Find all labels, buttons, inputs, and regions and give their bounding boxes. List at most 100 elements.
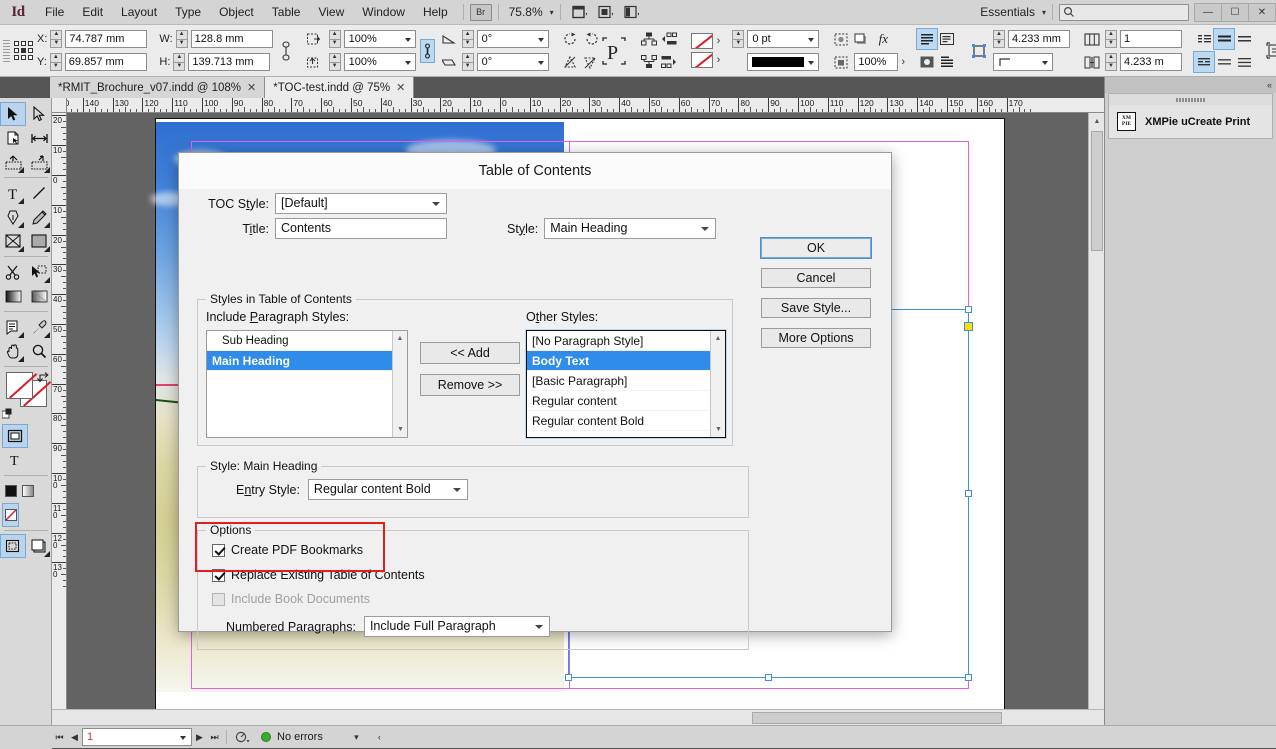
- gradient-swatch-tool-icon[interactable]: [0, 284, 26, 308]
- scissors-tool-icon[interactable]: [0, 260, 26, 284]
- constrain-scale-icon[interactable]: [420, 39, 435, 63]
- scale-x-input[interactable]: 100%: [344, 30, 416, 48]
- maximize-button[interactable]: ☐: [1221, 3, 1249, 22]
- shear-stepper[interactable]: ▲▼: [462, 53, 474, 71]
- pencil-tool-icon[interactable]: [26, 205, 52, 229]
- y-input[interactable]: 69.857 mm: [65, 53, 147, 71]
- next-page-button[interactable]: ▶: [192, 728, 207, 746]
- page-tool-icon[interactable]: [0, 126, 26, 150]
- create-pdf-bookmarks-row[interactable]: Create PDF Bookmarks: [212, 543, 363, 557]
- content-grabber-handle[interactable]: [964, 322, 973, 331]
- rotate-90-cw-icon[interactable]: [561, 29, 581, 49]
- selection-handle-top-right[interactable]: [965, 306, 972, 313]
- list-item[interactable]: Body Text: [527, 351, 725, 371]
- selection-tool-icon[interactable]: [0, 102, 26, 126]
- columns-stepper[interactable]: ▲▼: [1105, 30, 1117, 48]
- isolate-blending-icon[interactable]: [831, 29, 851, 49]
- rotate-90-ccw-icon[interactable]: [581, 29, 601, 49]
- menu-type[interactable]: Type: [166, 0, 210, 25]
- distribute-vertical-icon[interactable]: [1234, 52, 1254, 72]
- tool-flyout-indicator[interactable]: [18, 198, 24, 204]
- list-item[interactable]: [No Paragraph Style]: [527, 331, 725, 351]
- vertical-scrollbar[interactable]: ▲ ▼: [1088, 113, 1104, 725]
- inset-stepper[interactable]: ▲▼: [993, 30, 1005, 48]
- effects-fx-icon[interactable]: fx: [871, 29, 895, 49]
- y-stepper[interactable]: ▲▼: [50, 53, 62, 71]
- constrain-proportions-wh-icon[interactable]: [279, 41, 293, 61]
- chevron-down-icon[interactable]: ▾: [550, 8, 554, 17]
- knockout-group-icon[interactable]: [831, 52, 851, 72]
- gap-tool-icon[interactable]: [26, 126, 52, 150]
- selection-handle-middle-right[interactable]: [965, 490, 972, 497]
- close-icon[interactable]: ✕: [396, 81, 405, 94]
- menu-window[interactable]: Window: [353, 0, 414, 25]
- cancel-button[interactable]: Cancel: [761, 268, 871, 288]
- pen-tool-icon[interactable]: [0, 205, 26, 229]
- include-paragraph-styles-list[interactable]: Sub Heading Main Heading ▲ ▼: [206, 330, 408, 438]
- numbered-paragraphs-select[interactable]: Include Full Paragraph: [364, 616, 550, 637]
- list-item[interactable]: Regular content Bold: [527, 411, 725, 431]
- menu-help[interactable]: Help: [414, 0, 457, 25]
- selection-handle-bottom-left[interactable]: [565, 674, 572, 681]
- list-item[interactable]: Main Heading: [207, 351, 407, 371]
- apply-color-icon[interactable]: [2, 479, 19, 503]
- align-left-icon[interactable]: [1214, 29, 1234, 49]
- panel-grip[interactable]: [1109, 94, 1272, 105]
- align-top-icon[interactable]: [917, 29, 937, 49]
- columns-input[interactable]: 1: [1120, 30, 1182, 48]
- type-tool-icon[interactable]: T: [0, 181, 26, 205]
- stroke-type-select[interactable]: [747, 53, 819, 71]
- screen-mode-icon[interactable]: [567, 2, 593, 22]
- scale-y-input[interactable]: 100%: [344, 53, 416, 71]
- frame-fitting-options-icon[interactable]: [1266, 39, 1276, 63]
- bridge-icon[interactable]: Br: [470, 4, 492, 21]
- fill-color-swatch[interactable]: [6, 372, 33, 399]
- tool-flyout-indicator[interactable]: [44, 277, 50, 283]
- menu-view[interactable]: View: [309, 0, 353, 25]
- replace-existing-toc-row[interactable]: Replace Existing Table of Contents: [212, 568, 425, 582]
- preflight-menu-chevron-icon[interactable]: ▾: [349, 728, 364, 746]
- other-list-scrollbar[interactable]: ▲ ▼: [710, 331, 725, 437]
- toc-style-select[interactable]: [Default]: [275, 193, 447, 214]
- x-stepper[interactable]: ▲▼: [50, 30, 62, 48]
- align-center-frame-icon[interactable]: [917, 52, 937, 72]
- add-button[interactable]: << Add: [420, 342, 520, 364]
- create-pdf-bookmarks-checkbox[interactable]: [212, 544, 225, 557]
- tool-flyout-indicator[interactable]: [18, 167, 24, 173]
- width-input[interactable]: 128.8 mm: [191, 30, 273, 48]
- preview-screen-mode-icon[interactable]: [26, 534, 52, 558]
- preflight-profile-icon[interactable]: [231, 728, 253, 746]
- normal-screen-mode-icon[interactable]: [0, 534, 26, 558]
- scale-y-stepper[interactable]: ▲▼: [329, 53, 341, 71]
- tab-rmit-brochure[interactable]: *RMIT_Brochure_v07.indd @ 108% ✕: [50, 77, 265, 98]
- collapse-panels-icon[interactable]: «: [1267, 80, 1272, 90]
- apply-none-icon[interactable]: [2, 503, 19, 527]
- menu-table[interactable]: Table: [263, 0, 310, 25]
- search-input[interactable]: [1059, 4, 1189, 21]
- scroll-up-icon[interactable]: ▲: [711, 331, 725, 346]
- zoom-tool-icon[interactable]: [26, 339, 52, 363]
- workspace-switcher[interactable]: Essentials: [976, 5, 1039, 19]
- title-input[interactable]: Contents: [275, 218, 447, 239]
- align-bottom-icon[interactable]: [937, 52, 957, 72]
- zoom-level-value[interactable]: 75.8%: [505, 5, 547, 19]
- last-page-button[interactable]: ⏭: [207, 728, 222, 746]
- tool-flyout-indicator[interactable]: [18, 222, 24, 228]
- tool-flyout-indicator[interactable]: [18, 332, 24, 338]
- scroll-up-icon[interactable]: ▲: [1089, 113, 1105, 129]
- align-text-left-frame-icon[interactable]: [937, 29, 957, 49]
- auto-size-text-icon[interactable]: [1194, 52, 1214, 72]
- stroke-weight-stepper[interactable]: ▲▼: [732, 30, 744, 48]
- scale-x-stepper[interactable]: ▲▼: [329, 30, 341, 48]
- tool-flyout-indicator[interactable]: [18, 246, 24, 252]
- ok-button[interactable]: OK: [761, 238, 871, 258]
- fill-swatch-none[interactable]: [691, 33, 713, 49]
- title-style-select[interactable]: Main Heading: [544, 218, 716, 239]
- menu-layout[interactable]: Layout: [112, 0, 166, 25]
- height-input[interactable]: 139.713 mm: [188, 53, 270, 71]
- menu-file[interactable]: File: [36, 0, 73, 25]
- save-style-button[interactable]: Save Style...: [761, 298, 871, 318]
- flip-horizontal-icon[interactable]: [561, 52, 581, 72]
- tool-flyout-indicator[interactable]: [44, 551, 50, 557]
- formatting-affects-container-icon[interactable]: [2, 424, 28, 448]
